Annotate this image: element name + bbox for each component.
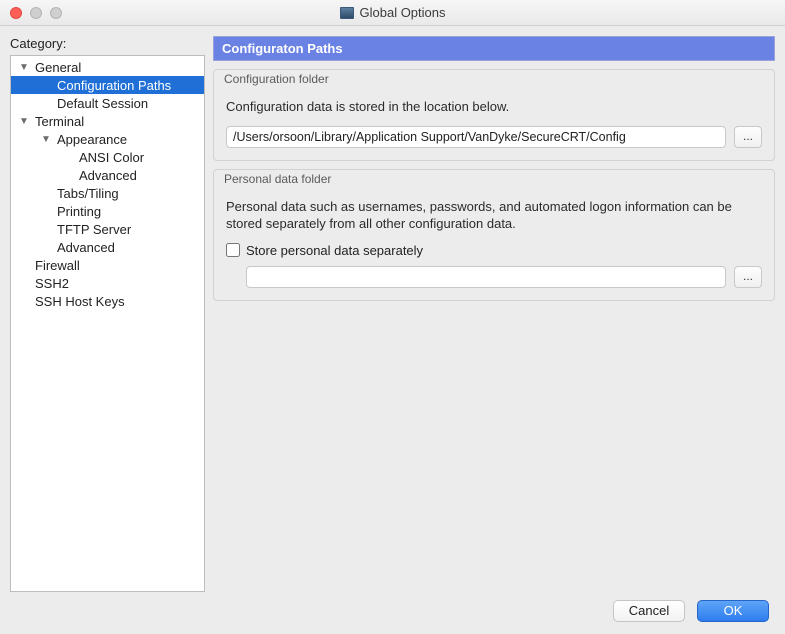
zoom-window-button[interactable] [50,7,62,19]
tree-item-printing[interactable]: Printing [11,202,204,220]
personal-folder-title: Personal data folder [214,168,774,186]
tree-item-label: Configuration Paths [57,78,171,93]
category-label: Category: [10,36,205,55]
tree-item-label: SSH2 [35,276,69,291]
tree-item-label: Tabs/Tiling [57,186,119,201]
config-folder-desc: Configuration data is stored in the loca… [226,98,762,116]
tree-item-ansi-color[interactable]: ANSI Color [11,148,204,166]
minimize-window-button[interactable] [30,7,42,19]
tree-item-label: Advanced [79,168,137,183]
tree-item-label: TFTP Server [57,222,131,237]
tree-item-label: Appearance [57,132,127,147]
personal-folder-path-input[interactable] [246,266,726,288]
tree-item-label: Printing [57,204,101,219]
panel-header: Configuraton Paths [213,36,775,61]
personal-folder-group: Personal data folder Personal data such … [213,169,775,301]
tree-item-tabs-tiling[interactable]: Tabs/Tiling [11,184,204,202]
window-title: Global Options [360,5,446,20]
disclosure-triangle-icon[interactable]: ▼ [41,134,51,145]
tree-item-firewall[interactable]: Firewall [11,256,204,274]
tree-item-ssh-host-keys[interactable]: SSH Host Keys [11,292,204,310]
titlebar: Global Options [0,0,785,26]
title-center: Global Options [0,5,785,20]
store-personal-data-label: Store personal data separately [246,243,423,258]
config-folder-group: Configuration folder Configuration data … [213,69,775,161]
config-folder-title: Configuration folder [214,68,774,86]
tree-item-label: Default Session [57,96,148,111]
tree-item-terminal-advanced[interactable]: Advanced [11,238,204,256]
tree-item-label: ANSI Color [79,150,144,165]
tree-item-ssh2[interactable]: SSH2 [11,274,204,292]
tree-item-configuration-paths[interactable]: Configuration Paths [11,76,204,94]
tree-item-general[interactable]: ▼ General [11,58,204,76]
config-folder-path-input[interactable] [226,126,726,148]
ok-button[interactable]: OK [697,600,769,622]
tree-item-appearance[interactable]: ▼ Appearance [11,130,204,148]
config-folder-browse-button[interactable]: ... [734,126,762,148]
cancel-button[interactable]: Cancel [613,600,685,622]
tree-item-default-session[interactable]: Default Session [11,94,204,112]
tree-item-label: Firewall [35,258,80,273]
traffic-lights [0,7,62,19]
tree-item-appearance-advanced[interactable]: Advanced [11,166,204,184]
tree-item-label: General [35,60,81,75]
personal-folder-desc: Personal data such as usernames, passwor… [226,198,762,233]
app-icon [340,7,354,19]
disclosure-triangle-icon[interactable]: ▼ [19,116,29,127]
tree-item-label: Advanced [57,240,115,255]
disclosure-triangle-icon[interactable]: ▼ [19,62,29,73]
personal-folder-browse-button[interactable]: ... [734,266,762,288]
dialog-buttons: Cancel OK [0,592,785,632]
close-window-button[interactable] [10,7,22,19]
store-personal-data-checkbox[interactable] [226,243,240,257]
tree-item-terminal[interactable]: ▼ Terminal [11,112,204,130]
tree-item-label: SSH Host Keys [35,294,125,309]
tree-item-label: Terminal [35,114,84,129]
category-tree[interactable]: ▼ General Configuration Paths Default Sessi… [10,55,205,592]
tree-item-tftp-server[interactable]: TFTP Server [11,220,204,238]
